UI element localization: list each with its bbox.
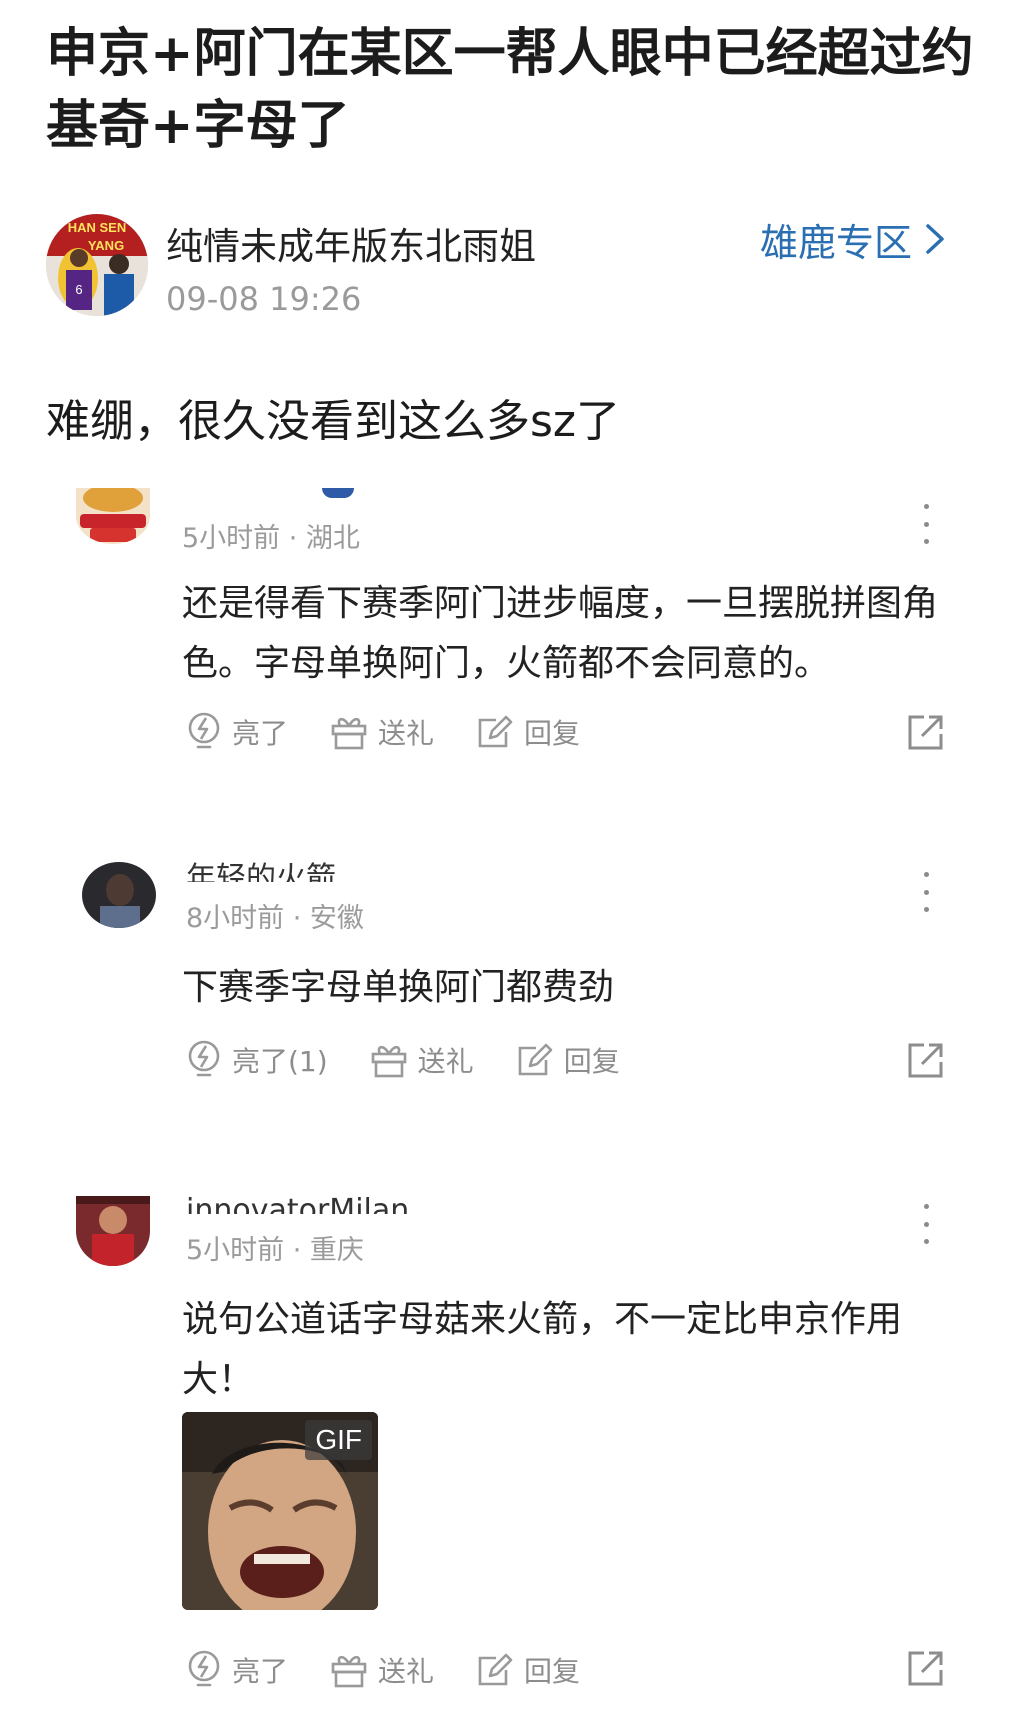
like-label: 亮了(1) — [232, 1045, 328, 1078]
gift-button[interactable]: 送礼 — [330, 712, 434, 752]
comment-avatar-image — [76, 1196, 150, 1266]
reply-label: 回复 — [524, 1655, 581, 1688]
comment-avatar[interactable] — [76, 1196, 150, 1266]
comment-actions: 亮了 送礼 回复 — [186, 1646, 622, 1694]
comment-meta: 5小时前 · 重庆 — [186, 1235, 364, 1266]
gift-icon — [331, 1655, 367, 1688]
gift-label: 送礼 — [378, 717, 435, 750]
edit-icon — [478, 715, 513, 748]
user-badge — [322, 488, 354, 498]
post-body: 难绷，很久没看到这么多sz了 — [46, 396, 621, 447]
reply-label: 回复 — [524, 717, 581, 750]
comment-author[interactable]: innovatorMilan — [186, 1194, 409, 1214]
more-options-button[interactable] — [916, 1204, 936, 1244]
light-bulb-icon — [188, 1040, 220, 1077]
gift-icon — [331, 717, 367, 750]
author-name[interactable]: 纯情未成年版东北雨姐 — [166, 216, 536, 270]
comment-avatar-image — [76, 488, 150, 544]
author-avatar-image: HAN SEN YANG 6 — [46, 214, 148, 316]
like-label: 亮了 — [232, 717, 289, 750]
comment-text: 下赛季字母单换阿门都费劲 — [182, 967, 615, 1008]
comment-meta: 5小时前 · 湖北 — [182, 523, 360, 554]
comment-author[interactable]: 年轻的火箭 — [186, 862, 336, 882]
reply-button[interactable]: 回复 — [476, 712, 580, 752]
post-timestamp: 09-08 19:26 — [166, 280, 362, 318]
edit-icon — [518, 1043, 552, 1076]
chevron-right-icon — [926, 224, 944, 254]
share-button[interactable] — [906, 1648, 946, 1692]
gift-label: 送礼 — [417, 1045, 474, 1078]
more-options-button[interactable] — [916, 872, 936, 912]
light-bulb-icon — [188, 1650, 220, 1687]
comment-meta: 8小时前 · 安徽 — [186, 903, 364, 934]
reply-button[interactable]: 回复 — [516, 1040, 620, 1080]
avatar-text-top: HAN SEN — [68, 220, 127, 235]
like-button[interactable]: 亮了 — [186, 711, 288, 753]
zone-link-label: 雄鹿专区 — [760, 220, 913, 265]
comment-avatar[interactable] — [76, 488, 150, 544]
share-icon — [908, 715, 943, 750]
share-icon — [908, 1651, 943, 1686]
gift-button[interactable]: 送礼 — [370, 1040, 474, 1080]
gif-image[interactable]: GIF — [182, 1412, 378, 1610]
comment-actions: 亮了(1) 送礼 回复 — [186, 1036, 662, 1084]
comment-avatar[interactable] — [82, 862, 156, 928]
gift-icon — [371, 1045, 406, 1078]
svg-text:6: 6 — [75, 282, 82, 297]
gift-button[interactable]: 送礼 — [330, 1650, 434, 1690]
like-label: 亮了 — [232, 1655, 289, 1688]
reply-button[interactable]: 回复 — [476, 1650, 580, 1690]
post-title: 申京+阿门在某区一帮人眼中已经超过约基奇+字母了 — [46, 24, 974, 156]
avatar-text-bottom: YANG — [88, 238, 124, 253]
comment-text: 还是得看下赛季阿门进步幅度，一旦摆脱拼图角色。字母单换阿门，火箭都不会同意的。 — [182, 583, 939, 684]
more-options-button[interactable] — [916, 504, 936, 544]
zone-link[interactable]: 雄鹿专区 — [760, 214, 946, 265]
gif-badge: GIF — [305, 1420, 372, 1460]
share-button[interactable] — [906, 712, 946, 756]
like-button[interactable]: 亮了 — [186, 1649, 288, 1691]
edit-icon — [478, 1653, 513, 1686]
like-button[interactable]: 亮了(1) — [186, 1039, 328, 1081]
gift-label: 送礼 — [378, 1655, 435, 1688]
comment-text: 说句公道话字母菇来火箭，不一定比申京作用大！ — [182, 1299, 903, 1400]
comment-avatar-image — [82, 862, 156, 928]
share-button[interactable] — [906, 1040, 946, 1084]
comment-actions: 亮了 送礼 回复 — [186, 708, 622, 756]
light-bulb-icon — [188, 712, 220, 749]
share-icon — [908, 1043, 943, 1078]
reply-label: 回复 — [563, 1045, 620, 1078]
author-avatar[interactable]: HAN SEN YANG 6 — [46, 214, 148, 316]
